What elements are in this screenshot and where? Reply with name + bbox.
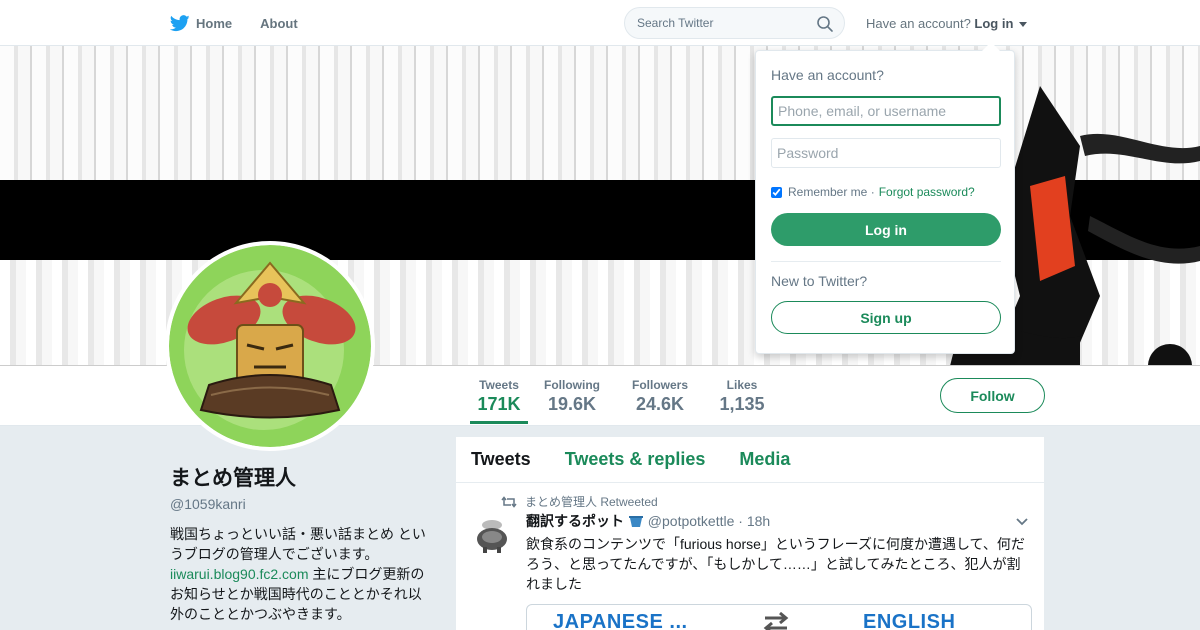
stat-value: 1,135 <box>719 394 765 414</box>
stat-followers[interactable]: Followers 24.6K <box>631 378 689 415</box>
tweet-media-card[interactable]: JAPANESE ... ENGLISH <box>526 604 1032 630</box>
tweet-author-handle[interactable]: @potpotkettle <box>648 513 735 529</box>
stat-likes[interactable]: Likes 1,135 <box>716 378 768 415</box>
chevron-down-icon[interactable] <box>1015 517 1029 527</box>
account-prompt: Have an account? <box>866 16 971 31</box>
stat-following[interactable]: Following 19.6K <box>543 378 601 415</box>
stat-tweets[interactable]: Tweets 171K <box>470 378 528 424</box>
tweet-author-name[interactable]: 翻訳するポット <box>526 513 624 529</box>
stat-label: Followers <box>631 378 688 392</box>
stat-value: 171K <box>477 394 521 414</box>
remember-me-checkbox[interactable] <box>771 186 782 198</box>
dropdown-divider <box>771 261 1001 262</box>
tweet-author-avatar[interactable] <box>471 513 513 555</box>
tweet-text: 飲食系のコンテンツで「furious horse」というフレーズに何度か遭遇して… <box>526 536 1025 592</box>
about-label: About <box>260 15 298 31</box>
timeline: Tweets Tweets & replies Media まとめ管理人 Ret… <box>456 437 1044 630</box>
bio-link[interactable]: iiwarui.blog90.fc2.com <box>170 566 309 582</box>
pot-emoji-icon <box>628 516 643 527</box>
password-field[interactable] <box>771 138 1001 168</box>
tab-media[interactable]: Media <box>739 449 790 470</box>
samurai-helmet-avatar-icon <box>169 245 371 447</box>
stat-value: 24.6K <box>635 394 685 414</box>
stat-label: Likes <box>726 378 758 392</box>
search-placeholder: Search Twitter <box>637 16 714 30</box>
retweet-context: まとめ管理人 Retweeted <box>501 493 658 510</box>
login-menu-toggle[interactable]: Log in <box>974 16 1013 31</box>
tab-tweets[interactable]: Tweets <box>471 449 531 470</box>
signup-button[interactable]: Sign up <box>771 301 1001 334</box>
home-label: Home <box>196 15 233 31</box>
profile-handle[interactable]: @1059kanri <box>170 496 432 512</box>
search-input[interactable]: Search Twitter <box>624 7 845 39</box>
pot-avatar-icon <box>471 513 513 555</box>
remember-me-label[interactable]: Remember me · <box>788 185 875 199</box>
dropdown-title: Have an account? <box>771 67 884 83</box>
stat-label: Tweets <box>479 378 519 392</box>
tab-tweets-and-replies[interactable]: Tweets & replies <box>565 449 706 470</box>
tweet-timestamp[interactable]: · 18h <box>738 513 770 529</box>
profile-bio: 戦国ちょっといい話・悪い話まとめ というブログの管理人でございます。 iiwar… <box>170 524 432 624</box>
card-target-language: ENGLISH <box>863 611 956 630</box>
follow-button[interactable]: Follow <box>940 378 1045 413</box>
top-navigation-bar: Home About Search Twitter Have an accoun… <box>0 0 1200 46</box>
retweet-icon <box>501 495 517 508</box>
profile-avatar[interactable] <box>165 241 375 451</box>
remember-me-row: Remember me · Forgot password? <box>771 185 975 199</box>
stat-value: 19.6K <box>547 394 597 414</box>
about-nav-item[interactable]: About <box>260 16 298 31</box>
account-menu[interactable]: Have an account? Log in <box>866 16 1028 31</box>
card-source-language: JAPANESE ... <box>553 611 688 630</box>
home-nav-item[interactable]: Home <box>170 14 233 32</box>
caret-down-icon <box>1019 22 1028 28</box>
forgot-password-link[interactable]: Forgot password? <box>879 185 975 199</box>
login-button[interactable]: Log in <box>771 213 1001 246</box>
bio-text: 戦国ちょっといい話・悪い話まとめ というブログの管理人でございます。 <box>170 526 426 562</box>
tweet-header: 翻訳するポット @potpotkettle · 18h <box>526 511 1029 531</box>
twitter-bird-icon <box>170 14 190 31</box>
stat-label: Following <box>544 378 600 392</box>
dropdown-arrow <box>982 42 1000 51</box>
tweet[interactable]: まとめ管理人 Retweeted 翻訳するポット @potpotkettle ·… <box>456 483 1044 630</box>
nav-left-group: Home About <box>170 0 326 46</box>
profile-name[interactable]: まとめ管理人 <box>170 462 432 492</box>
search-icon[interactable] <box>816 15 834 33</box>
new-to-twitter-label: New to Twitter? <box>771 273 868 289</box>
timeline-tabs: Tweets Tweets & replies Media <box>456 437 1044 483</box>
retweet-note: まとめ管理人 Retweeted <box>525 495 658 509</box>
profile-card: まとめ管理人 @1059kanri 戦国ちょっといい話・悪い話まとめ というブロ… <box>170 462 432 624</box>
swap-arrows-icon <box>763 611 789 630</box>
username-field[interactable] <box>771 96 1001 126</box>
login-dropdown: Have an account? Remember me · Forgot pa… <box>755 42 1015 354</box>
